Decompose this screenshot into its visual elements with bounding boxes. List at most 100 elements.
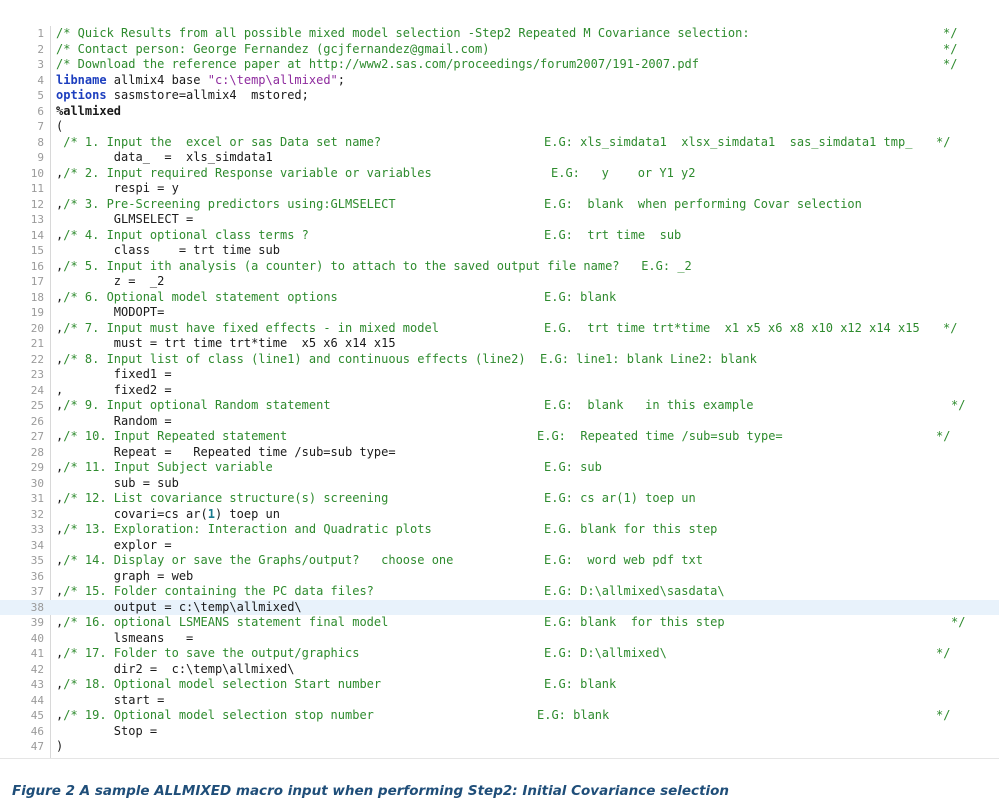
line-number: 46 [30,724,44,738]
code-line[interactable]: 6 %allmixed [0,104,999,120]
code-line[interactable]: 5 options sasmstore=allmix4 mstored; [0,88,999,104]
line-number: 39 [30,616,44,629]
code-text: libname allmix4 base "c:\temp\allmixed"; [56,73,345,89]
code-text: GLMSELECT = [56,212,193,228]
code-text: output = c:\temp\allmixed\ [56,600,302,616]
code-line[interactable]: 14 ,/* 4. Input optional class terms ? E.G… [0,228,999,244]
line-number: 32 [30,507,44,521]
code-line[interactable]: 47) [0,739,999,755]
code-text: ,/* 17. Folder to save the output/graphi… [56,646,359,662]
comment-close: */ [936,708,951,722]
line-number: 27 [30,430,44,443]
code-text: ,/* 6. Optional model statement options [56,290,338,306]
code-line[interactable]: 9 data_ = xls_simdata1 [0,150,999,166]
line-number: 2 [37,42,44,56]
line-number: 24 [30,383,44,397]
code-line[interactable]: 4 libname allmix4 base "c:\temp\allmixed"… [0,73,999,89]
code-line[interactable]: 19 MODOPT= [0,305,999,321]
code-line[interactable]: 2 /* Contact person: George Fernandez (gc… [0,42,999,58]
code-line[interactable]: 17 z = _2 [0,274,999,290]
code-token: /* 9. Input optional Random statement [63,398,331,412]
code-line[interactable]: 20 ,/* 7. Input must have fixed effects -… [0,321,999,337]
line-number: 3 [37,58,44,71]
code-line[interactable]: 10 ,/* 2. Input required Response variabl… [0,166,999,182]
line-number: 13 [30,213,44,226]
code-line[interactable]: 8 /* 1. Input the excel or sas Data set … [0,135,999,151]
code-line[interactable]: 15 class = trt time sub [0,243,999,259]
example-comment: E.G: word web pdf txt [544,553,703,567]
code-token: data_ = xls_simdata1 [56,150,273,164]
line-number: 15 [30,244,44,257]
line-number: 6 [37,104,44,118]
code-editor[interactable]: 1 /* Quick Results from all possible mixe… [0,26,999,760]
example-comment: E.G. trt time trt*time x1 x5 x6 x8 x10 x… [544,320,920,335]
line-number: 1 [37,27,44,40]
line-number: 18 [30,290,44,304]
code-line[interactable]: 22 ,/* 8. Input list of class (line1) and… [0,352,999,368]
line-number: 41 [30,647,44,660]
code-token: /* 3. Pre-Screening predictors using:GLM… [63,196,396,211]
code-token: %allmixed [56,103,122,118]
code-line[interactable]: 30 sub = sub [0,476,999,492]
code-text: ,/* 16. optional LSMEANS statement final… [56,615,388,631]
code-line[interactable]: 24 , fixed2 = [0,383,999,399]
line-number: 26 [30,414,44,428]
code-line[interactable]: 3 /* Download the reference paper at http… [0,57,999,73]
code-line[interactable]: 11 respi = y [0,181,999,197]
code-line[interactable]: 35 ,/* 14. Display or save the Graphs/out… [0,553,999,569]
code-line[interactable]: 38 output = c:\temp\allmixed\ [0,599,999,616]
code-token: graph = web [56,568,194,583]
code-token: /* 13. Exploration: Interaction and Quad… [63,522,432,536]
code-line[interactable]: 21 must = trt time trt*time x5 x6 x14 x1… [0,336,999,352]
example-comment: E.G: blank in this example [544,398,754,412]
code-line[interactable]: 42 dir2 = c:\temp\allmixed\ [0,662,999,678]
comment-close: */ [943,320,958,335]
code-line[interactable]: 26 Random = [0,414,999,430]
code-token: /* 15. Folder containing the PC data fil… [63,584,374,598]
code-line[interactable]: 18 ,/* 6. Optional model statement option… [0,290,999,306]
code-text: dir2 = c:\temp\allmixed\ [56,662,295,678]
code-line[interactable]: 16 ,/* 5. Input ith analysis (a counter) … [0,259,999,275]
code-line[interactable]: 25 ,/* 9. Input optional Random statement… [0,398,999,414]
code-line[interactable]: 12 ,/* 3. Pre-Screening predictors using:… [0,197,999,213]
code-line[interactable]: 33 ,/* 13. Exploration: Interaction and Q… [0,522,999,538]
code-line[interactable]: 40 lsmeans = [0,631,999,647]
code-text: graph = web [56,569,193,585]
code-token: options [56,88,107,102]
code-text: ( [56,119,63,135]
example-comment: E.G: D:\allmixed\ [544,646,667,660]
code-line[interactable]: 29 ,/* 11. Input Subject variable E.G: sub [0,460,999,476]
code-line[interactable]: 23 fixed1 = [0,367,999,383]
code-text: MODOPT= [56,305,165,321]
code-text: class = trt time sub [56,243,280,259]
code-token: MODOPT= [56,305,165,319]
code-line[interactable]: 43 ,/* 18. Optional model selection Start… [0,677,999,693]
code-line[interactable]: 28 Repeat = Repeated time /sub=sub type= [0,445,999,461]
line-number: 20 [30,321,44,335]
code-text: Random = [56,414,172,430]
code-line[interactable]: 41 ,/* 17. Folder to save the output/grap… [0,646,999,662]
code-line[interactable]: 36 graph = web [0,569,999,585]
code-line[interactable]: 34 explor = [0,538,999,554]
code-line[interactable]: 45 ,/* 19. Optional model selection stop … [0,708,999,724]
code-line[interactable]: 37 ,/* 15. Folder containing the PC data … [0,584,999,600]
example-comment: E.G: cs ar(1) toep un [544,491,696,505]
code-token: /* 10. Input Repeated statement [63,429,288,443]
code-token: /* Download the reference paper at http:… [56,57,699,71]
line-number: 5 [37,89,44,102]
code-line[interactable]: 31 ,/* 12. List covariance structure(s) s… [0,491,999,507]
example-comment: E.G: sub [544,460,602,474]
code-line[interactable]: 39 ,/* 16. optional LSMEANS statement fin… [0,615,999,631]
code-line[interactable]: 13 GLMSELECT = [0,212,999,228]
code-line[interactable]: 27 ,/* 10. Input Repeated statement E.G: R… [0,429,999,445]
code-token: Random = [56,413,172,428]
code-token: ( [56,119,64,133]
code-line[interactable]: 32 covari=cs ar(1) toep un [0,507,999,523]
code-line[interactable]: 7( [0,119,999,135]
code-line[interactable]: 44 start = [0,693,999,709]
code-line[interactable]: 46 Stop = [0,724,999,740]
code-token: /* 11. Input Subject variable [63,460,273,474]
line-number: 43 [30,678,44,691]
code-text: ,/* 12. List covariance structure(s) scr… [56,491,388,507]
code-line[interactable]: 1 /* Quick Results from all possible mixe… [0,26,999,42]
